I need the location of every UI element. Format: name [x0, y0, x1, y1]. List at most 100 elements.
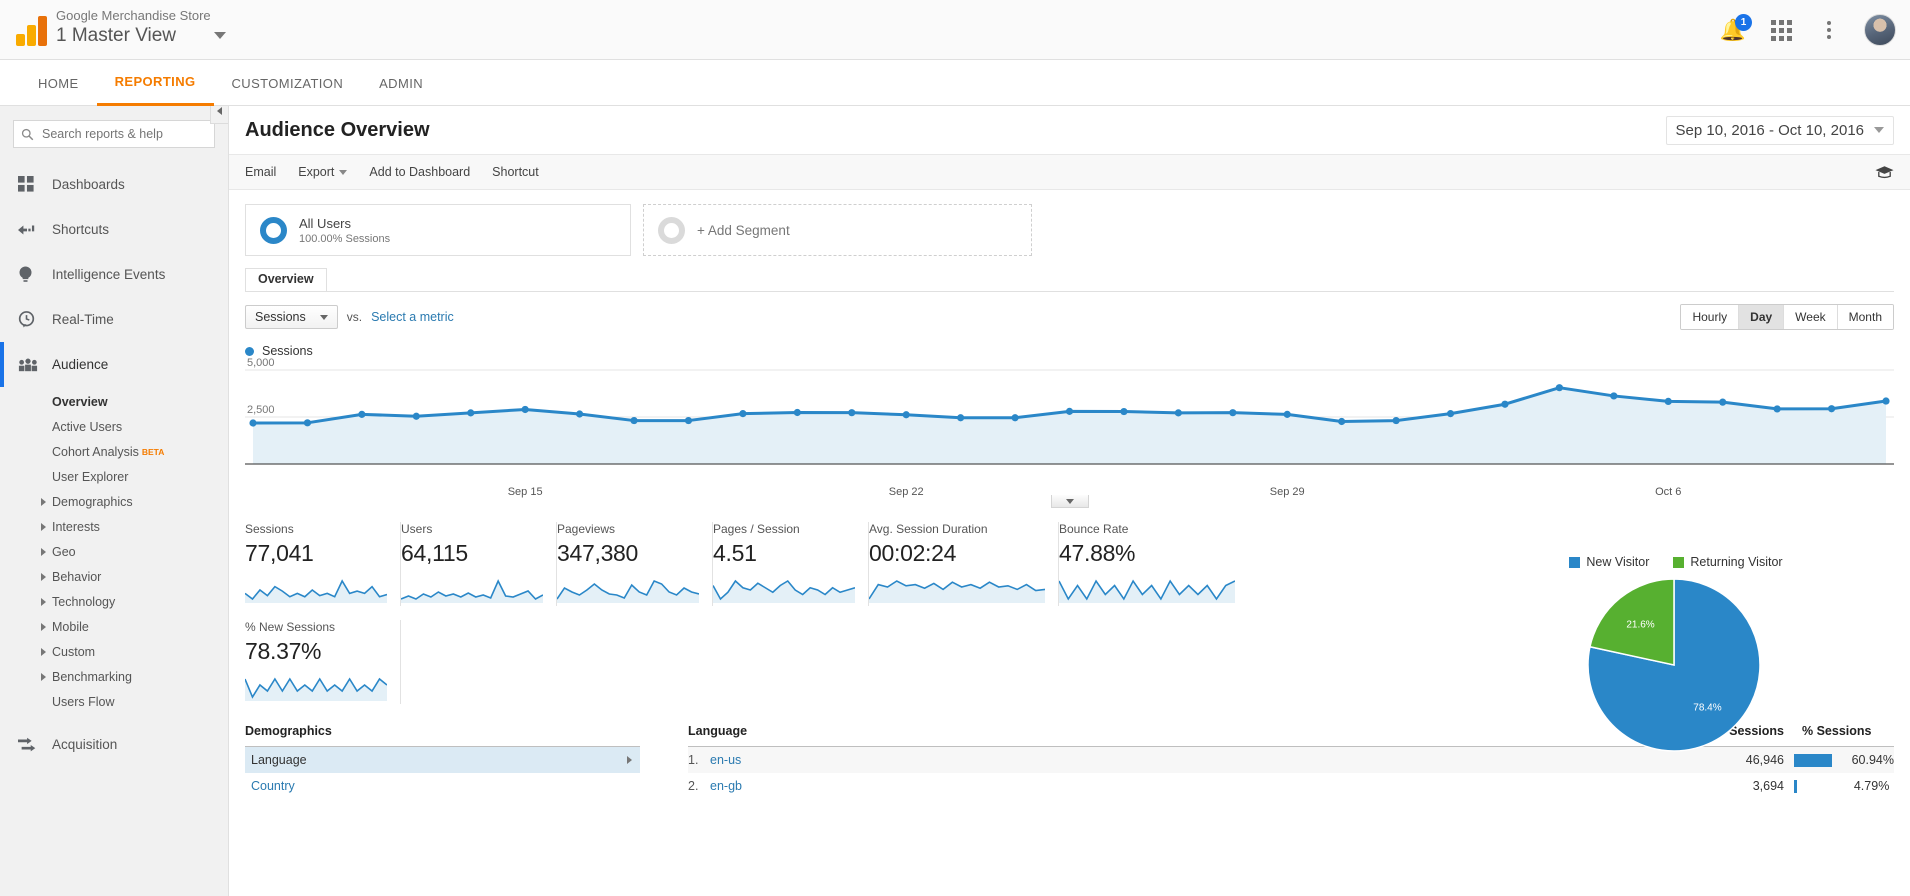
x-axis-tick-label: Sep 15 [508, 486, 543, 498]
shortcut-button[interactable]: Shortcut [492, 165, 539, 179]
sidebar-item-dashboards[interactable]: Dashboards [0, 162, 228, 207]
sidebar-item-real-time[interactable]: Real-Time [0, 297, 228, 342]
sidebar-subitem-label: Interests [52, 520, 100, 534]
chevron-left-icon [217, 107, 222, 115]
granularity-hourly[interactable]: Hourly [1681, 305, 1739, 329]
account-name: Google Merchandise Store [56, 8, 211, 24]
x-axis-tick-label: Sep 29 [1270, 486, 1305, 498]
x-axis-tick-label: Sep 22 [889, 486, 924, 498]
more-options-button[interactable] [1816, 17, 1842, 43]
add-segment-button[interactable]: + Add Segment [643, 204, 1032, 256]
metric-value: 64,115 [401, 540, 542, 567]
language-link[interactable]: en-us [710, 753, 741, 767]
sidebar-subitem-label: Cohort Analysis [52, 445, 139, 459]
search-input[interactable] [40, 126, 200, 142]
sidebar-item-audience[interactable]: Audience [0, 342, 228, 387]
demographics-row-country[interactable]: Country [245, 773, 640, 799]
new-vs-returning-pie[interactable]: New Visitor Returning Visitor 78.4%21.6% [1526, 555, 1826, 760]
demographics-row-label[interactable]: Country [251, 779, 295, 793]
chevron-right-icon [41, 523, 46, 531]
pie-legend-label: New Visitor [1586, 555, 1649, 569]
metric-value: 78.37% [245, 638, 386, 665]
sidebar-item-active-users[interactable]: Active Users [0, 414, 228, 439]
sidebar-item-custom[interactable]: Custom [0, 639, 228, 664]
account-selector[interactable]: Google Merchandise Store 1 Master View [56, 8, 211, 48]
language-link[interactable]: en-gb [710, 779, 742, 793]
sidebar-item-technology[interactable]: Technology [0, 589, 228, 614]
metric-selector[interactable]: Sessions [245, 305, 338, 329]
acquisition-icon [18, 737, 44, 753]
sidebar-item-interests[interactable]: Interests [0, 514, 228, 539]
metric-card-pages-session[interactable]: Pages / Session 4.51 [713, 522, 869, 606]
sparkline [245, 671, 387, 701]
row-pct: 60.94% [1852, 753, 1894, 767]
granularity-month[interactable]: Month [1838, 305, 1893, 329]
add-to-dashboard-button[interactable]: Add to Dashboard [369, 165, 470, 179]
legend-label: Sessions [262, 344, 313, 358]
line-chart-svg [245, 364, 1894, 484]
notifications-button[interactable]: 🔔 1 [1720, 17, 1746, 43]
sidebar-item-mobile[interactable]: Mobile [0, 614, 228, 639]
sidebar-item-demographics[interactable]: Demographics [0, 489, 228, 514]
sidebar-item-shortcuts[interactable]: Shortcuts [0, 207, 228, 252]
metric-label: Bounce Rate [1059, 522, 1235, 536]
kebab-menu-icon [1827, 21, 1831, 39]
metric-value: 77,041 [245, 540, 386, 567]
segment-name: All Users [299, 216, 390, 231]
sidebar-item-label: Intelligence Events [52, 267, 165, 282]
sidebar-item-cohort-analysis[interactable]: Cohort AnalysisBETA [0, 439, 228, 464]
search-reports-box[interactable] [13, 120, 215, 148]
chevron-down-icon [1874, 127, 1884, 133]
metric-label: Sessions [245, 522, 386, 536]
sessions-line-chart[interactable]: 5,000 2,500 Sep 15 Sep 22 Sep 29 Oct 6 [245, 364, 1894, 504]
sidebar-item-user-explorer[interactable]: User Explorer [0, 464, 228, 489]
row-index: 1. [688, 753, 710, 767]
sidebar-item-behavior[interactable]: Behavior [0, 564, 228, 589]
metric-card-avg-session-duration[interactable]: Avg. Session Duration 00:02:24 [869, 522, 1059, 606]
nav-item-customization[interactable]: CUSTOMIZATION [214, 60, 362, 106]
metric-card-new-sessions[interactable]: % New Sessions 78.37% [245, 620, 401, 704]
sidebar-item-benchmarking[interactable]: Benchmarking [0, 664, 228, 689]
email-button[interactable]: Email [245, 165, 276, 179]
nav-item-reporting[interactable]: REPORTING [97, 60, 214, 106]
avatar[interactable] [1864, 14, 1896, 46]
sidebar-item-acquisition[interactable]: Acquisition [0, 722, 228, 767]
demographics-row-language[interactable]: Language [245, 747, 640, 773]
pie-legend-label: Returning Visitor [1690, 555, 1782, 569]
sidebar-collapse-button[interactable] [210, 106, 228, 124]
apps-grid-button[interactable] [1768, 17, 1794, 43]
metric-card-pageviews[interactable]: Pageviews 347,380 [557, 522, 713, 606]
date-range-picker[interactable]: Sep 10, 2016 - Oct 10, 2016 [1666, 116, 1894, 145]
tab-overview[interactable]: Overview [245, 268, 327, 291]
granularity-week[interactable]: Week [1784, 305, 1837, 329]
chevron-right-icon [41, 548, 46, 556]
nav-item-home[interactable]: HOME [20, 60, 97, 106]
metric-label: Pages / Session [713, 522, 854, 536]
metric-value: 4.51 [713, 540, 854, 567]
export-button[interactable]: Export [298, 165, 347, 179]
segment-all-users[interactable]: All Users 100.00% Sessions [245, 204, 631, 256]
metric-card-users[interactable]: Users 64,115 [401, 522, 557, 606]
chevron-down-icon[interactable] [214, 32, 226, 39]
chart-legend: Sessions [229, 330, 1910, 358]
action-bar: Email Export Add to Dashboard Shortcut [229, 154, 1910, 190]
granularity-day[interactable]: Day [1739, 305, 1784, 329]
vs-label: vs. [347, 310, 362, 324]
sidebar-item-users-flow[interactable]: Users Flow [0, 689, 228, 714]
sidebar-item-intelligence-events[interactable]: Intelligence Events [0, 252, 228, 297]
nav-item-admin[interactable]: ADMIN [361, 60, 441, 106]
sidebar-item-geo[interactable]: Geo [0, 539, 228, 564]
select-a-metric-link[interactable]: Select a metric [371, 310, 454, 324]
chart-toolbar: Sessions vs. Select a metric Hourly Day … [229, 292, 1910, 330]
metric-card-sessions[interactable]: Sessions 77,041 [245, 522, 401, 606]
row-sessions: 3,694 [1696, 779, 1784, 793]
metric-value: 00:02:24 [869, 540, 1044, 567]
metric-card-bounce-rate[interactable]: Bounce Rate 47.88% [1059, 522, 1249, 606]
table-row[interactable]: 2. en-gb 3,694 4.79% [688, 773, 1894, 799]
sidebar-item-overview[interactable]: Overview [0, 389, 228, 414]
chart-collapse-handle[interactable] [1051, 495, 1089, 508]
top-bar: Google Merchandise Store 1 Master View 🔔… [0, 0, 1910, 60]
row-name: en-gb [710, 779, 1696, 793]
graduation-cap-icon[interactable] [1875, 165, 1894, 182]
sidebar-subitem-label: Active Users [52, 420, 122, 434]
